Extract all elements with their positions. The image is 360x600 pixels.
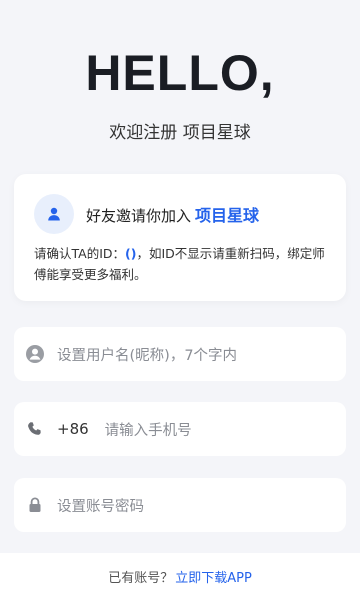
profile-icon <box>25 344 45 364</box>
password-placeholder: 设置账号密码 <box>57 498 144 515</box>
user-icon <box>34 194 74 234</box>
invite-heading: 好友邀请你加入 项目星球 <box>86 202 259 226</box>
country-code[interactable]: +86 <box>57 420 89 438</box>
invite-body-prefix: 请确认TA的ID： <box>34 246 126 261</box>
hero-subtitle: 欢迎注册 项目星球 <box>109 123 251 143</box>
invite-heading-text: 好友邀请你加入 <box>86 207 192 225</box>
lock-icon <box>25 495 45 515</box>
password-field[interactable]: 设置账号密码 <box>14 478 346 532</box>
invite-description: 请确认TA的ID：()，如ID不显示请重新扫码，绑定师傅能享受更多福利。 <box>34 243 334 285</box>
phone-field[interactable]: +86 请输入手机号 <box>14 402 346 456</box>
footer-bar: 已有账号？ 立即下载APP <box>0 553 360 600</box>
invite-project-name: 项目星球 <box>195 206 260 225</box>
username-placeholder: 设置用户名(昵称)，7个字内 <box>57 347 238 364</box>
invite-card: 好友邀请你加入 项目星球 请确认TA的ID：()，如ID不显示请重新扫码，绑定师傅… <box>14 174 346 301</box>
username-field[interactable]: 设置用户名(昵称)，7个字内 <box>14 327 346 381</box>
footer-prompt: 已有账号？ <box>108 571 174 586</box>
phone-icon <box>25 419 45 439</box>
phone-placeholder: 请输入手机号 <box>104 422 192 439</box>
hero-title: HELLO, <box>85 45 275 101</box>
inviter-id: () <box>125 246 137 261</box>
download-app-link[interactable]: 立即下载APP <box>175 567 252 586</box>
